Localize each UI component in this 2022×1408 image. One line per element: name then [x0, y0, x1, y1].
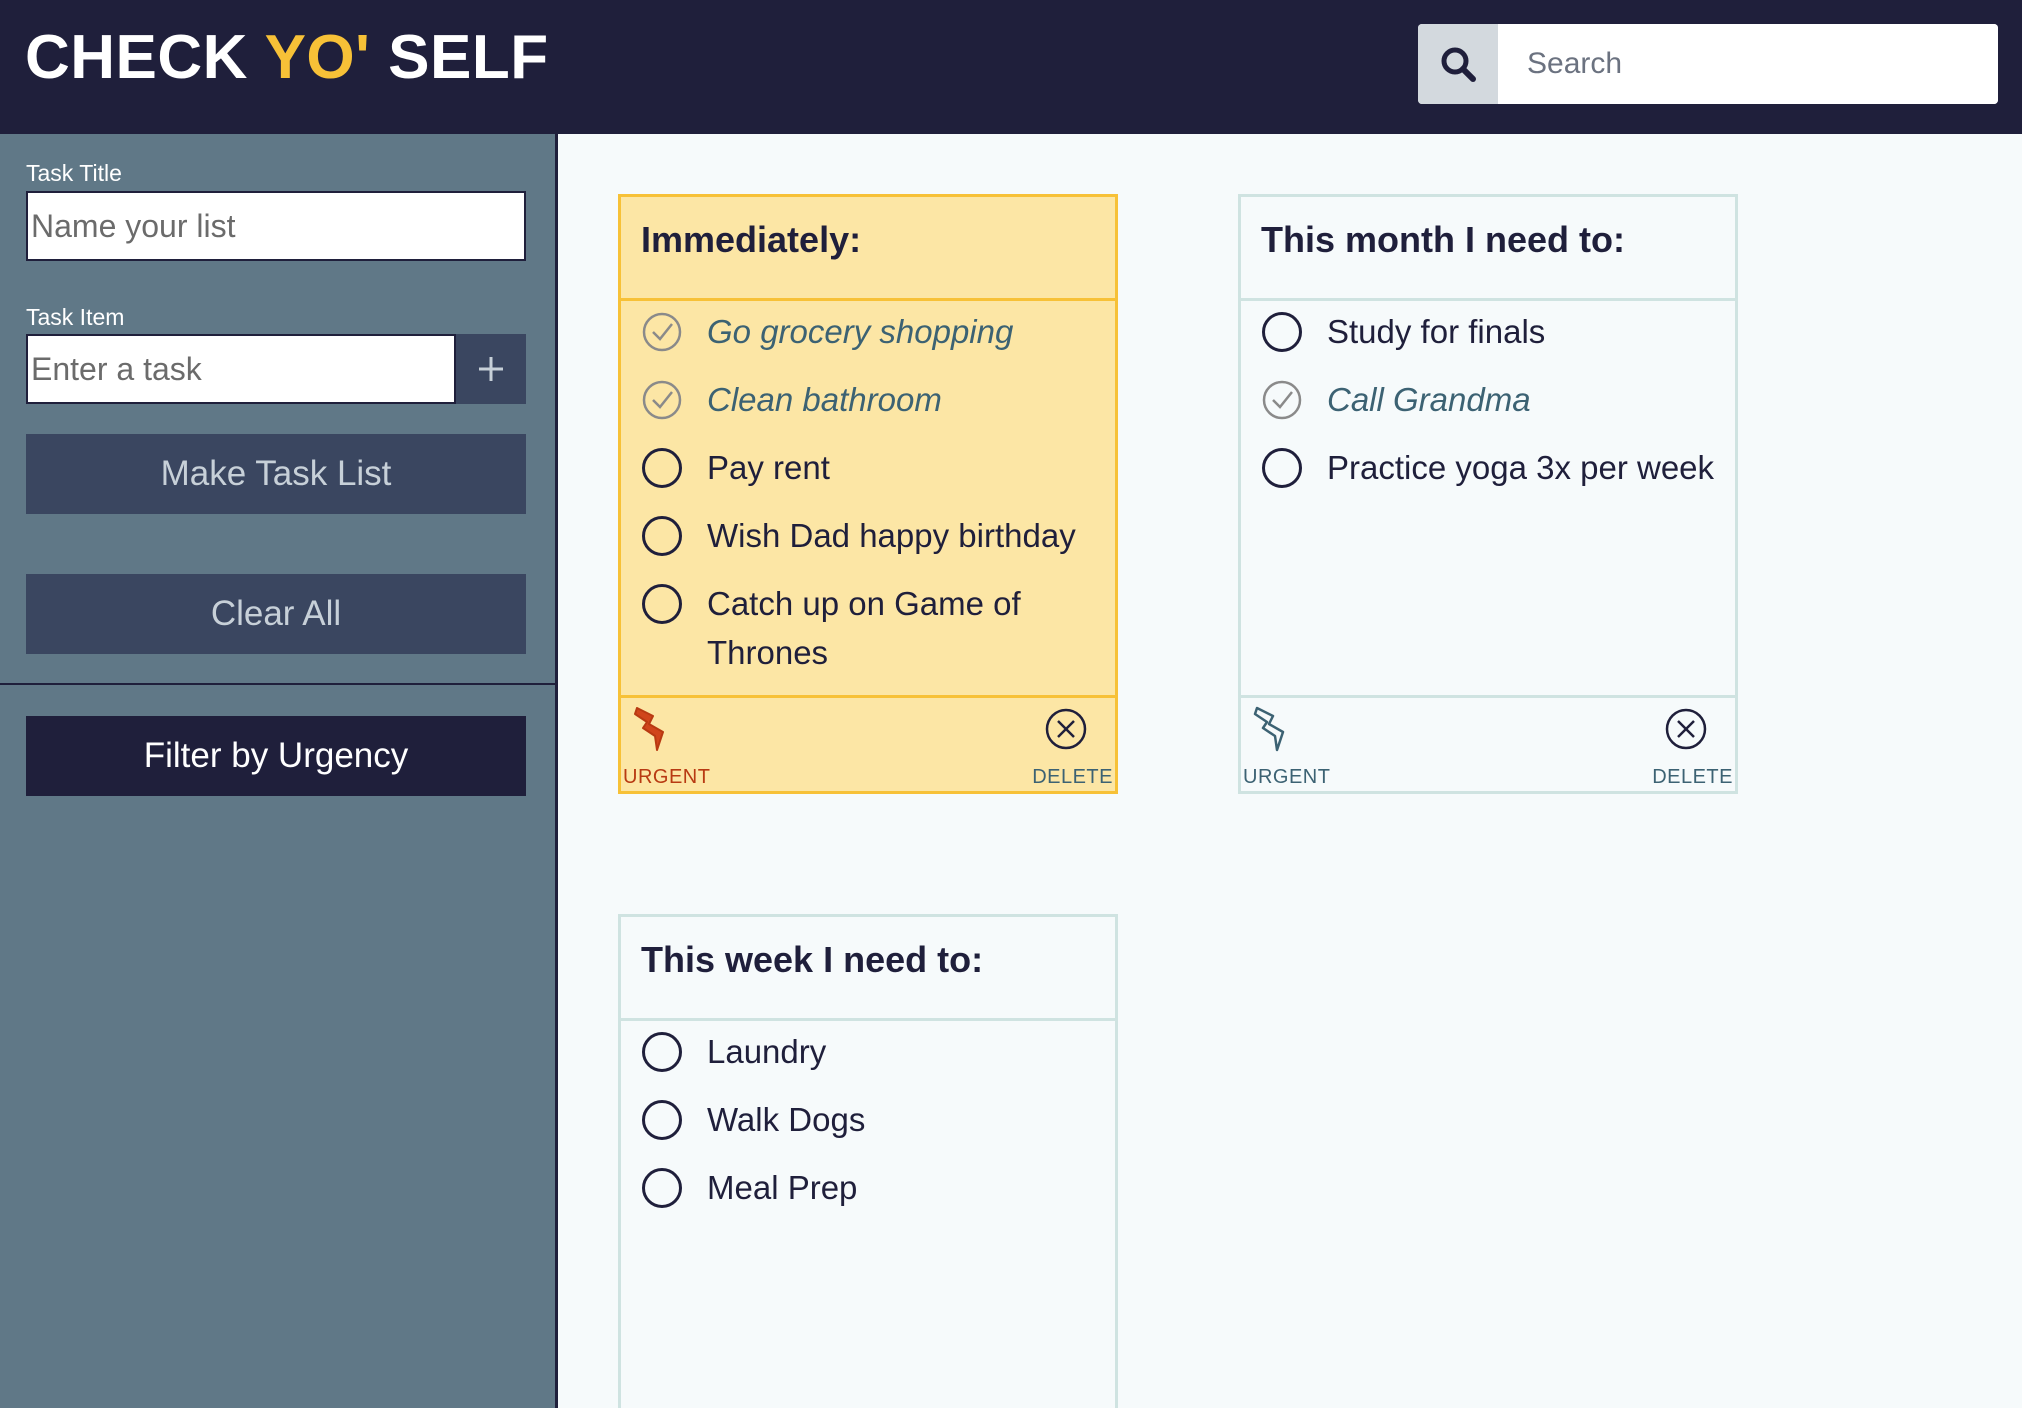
task-text: Study for finals [1327, 313, 1546, 350]
empty-circle-icon[interactable] [1261, 447, 1303, 489]
empty-circle-icon[interactable] [641, 583, 683, 625]
search-button[interactable] [1418, 24, 1498, 104]
clear-all-button[interactable]: Clear All [26, 574, 526, 654]
lightning-bolt-icon[interactable] [631, 706, 673, 754]
task-item: Catch up on Game of Thrones [641, 583, 1035, 677]
task-text: Laundry [707, 1033, 827, 1070]
logo-text-accent: YO' [264, 23, 371, 92]
task-item: Study for finals [1261, 311, 1725, 356]
task-item: Clean bathroom [641, 379, 1105, 424]
task-item-label: Task Item [26, 304, 125, 330]
filter-by-urgency-button[interactable]: Filter by Urgency [26, 716, 526, 796]
lightning-bolt-icon[interactable] [1251, 706, 1293, 754]
task-card: This month I need to: Study for finals C… [1238, 194, 1738, 794]
task-item: Wish Dad happy birthday [641, 515, 1105, 560]
task-item-input[interactable] [26, 334, 456, 404]
empty-circle-icon[interactable] [641, 1167, 683, 1209]
task-text: Call Grandma [1327, 381, 1531, 418]
logo-text-1: CHECK [25, 23, 265, 92]
task-text: Walk Dogs [707, 1101, 866, 1138]
task-text: Meal Prep [707, 1169, 858, 1206]
search-bar [1418, 24, 1998, 104]
delete-icon[interactable] [1663, 706, 1709, 752]
plus-icon [479, 357, 503, 381]
task-item: Meal Prep [641, 1167, 1105, 1212]
task-text: Practice yoga 3x per week [1327, 449, 1715, 486]
task-text: Go grocery shopping [707, 313, 1014, 350]
sidebar-divider [0, 683, 558, 685]
task-card: Immediately: Go grocery shopping Clean b… [618, 194, 1118, 794]
task-title-input[interactable] [26, 191, 526, 261]
empty-circle-icon[interactable] [641, 447, 683, 489]
card-footer: URGENT DELETE [1241, 695, 1735, 791]
task-item: Laundry [641, 1031, 1105, 1076]
app-logo: CHECK YO' SELF [25, 22, 549, 93]
checked-circle-icon[interactable] [641, 311, 683, 353]
card-footer: URGENT DELETE [621, 695, 1115, 791]
delete-label[interactable]: DELETE [1652, 766, 1733, 789]
task-text: Wish Dad happy birthday [707, 517, 1076, 554]
card-title: Immediately: [621, 197, 1115, 301]
search-input[interactable] [1498, 24, 1998, 104]
delete-icon[interactable] [1043, 706, 1089, 752]
task-text: Pay rent [707, 449, 830, 486]
sidebar: Task Title Task Item Make Task List Clea… [0, 134, 558, 1408]
card-title: This week I need to: [621, 917, 1115, 1021]
task-item: Practice yoga 3x per week [1261, 447, 1725, 492]
checked-circle-icon[interactable] [641, 379, 683, 421]
task-item: Call Grandma [1261, 379, 1725, 424]
add-task-button[interactable] [456, 334, 526, 404]
app-header: CHECK YO' SELF [0, 0, 2022, 134]
task-text: Clean bathroom [707, 381, 942, 418]
make-task-list-button[interactable]: Make Task List [26, 434, 526, 514]
checked-circle-icon[interactable] [1261, 379, 1303, 421]
task-item: Go grocery shopping [641, 311, 1105, 356]
empty-circle-icon[interactable] [641, 515, 683, 557]
card-title: This month I need to: [1241, 197, 1735, 301]
task-title-label: Task Title [26, 160, 122, 186]
empty-circle-icon[interactable] [641, 1031, 683, 1073]
task-item: Pay rent [641, 447, 1105, 492]
urgent-label[interactable]: URGENT [1243, 766, 1330, 789]
search-icon [1441, 47, 1476, 82]
logo-text-2: SELF [370, 23, 549, 92]
urgent-label[interactable]: URGENT [623, 766, 710, 789]
task-text: Catch up on Game of Thrones [707, 585, 1021, 671]
delete-label[interactable]: DELETE [1032, 766, 1113, 789]
empty-circle-icon[interactable] [641, 1099, 683, 1141]
task-item: Walk Dogs [641, 1099, 1105, 1144]
task-card: This week I need to: Laundry Walk Dogs M… [618, 914, 1118, 1408]
empty-circle-icon[interactable] [1261, 311, 1303, 353]
